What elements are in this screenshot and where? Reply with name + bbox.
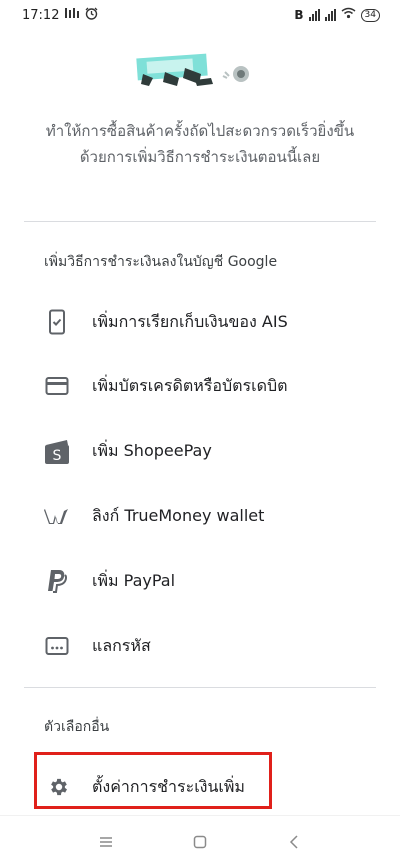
add-shopeepay-label: เพิ่ม ShopeePay: [92, 440, 212, 460]
svg-text:S: S: [53, 448, 62, 464]
add-ais-billing-label: เพิ่มการเรียกเก็บเงินของ AIS: [92, 311, 288, 331]
shopeepay-icon: S: [42, 436, 72, 466]
back-icon[interactable]: [284, 832, 304, 852]
home-icon[interactable]: [190, 832, 210, 852]
add-card-item[interactable]: เพิ่มบัตรเครดิตหรือบัตรเดบิต: [0, 358, 400, 414]
wifi-icon: [341, 7, 356, 23]
add-paypal-item[interactable]: เพิ่ม PayPal: [0, 553, 400, 609]
add-shopeepay-item[interactable]: S เพิ่ม ShopeePay: [0, 423, 400, 479]
divider-bottom: [24, 687, 376, 688]
signal-bars-icon: [65, 7, 80, 23]
phone-billing-icon: [42, 307, 72, 337]
promo-line-1: ทำให้การซื้อสินค้าครั้งถัดไปสะดวกรวดเร็ว…: [45, 122, 355, 140]
alarm-icon: [85, 7, 98, 24]
bluetooth-icon: B: [294, 8, 304, 22]
promo-text: ทำให้การซื้อสินค้าครั้งถัดไปสะดวกรวดเร็ว…: [20, 118, 380, 170]
payment-illustration: [135, 48, 265, 93]
add-payment-section-title: เพิ่มวิธีการชำระเงินลงในบัญชี Google: [44, 254, 278, 270]
paypal-icon: [42, 566, 72, 596]
status-time: 17:12: [22, 7, 60, 23]
add-card-label: เพิ่มบัตรเครดิตหรือบัตรเดบิต: [92, 375, 288, 395]
menu-icon[interactable]: [96, 832, 116, 852]
add-ais-billing-item[interactable]: เพิ่มการเรียกเก็บเงินของ AIS: [0, 294, 400, 350]
cell-signal-icon: [308, 9, 320, 21]
divider-top: [24, 221, 376, 222]
battery-icon: 34: [360, 8, 380, 22]
redeem-code-icon: [42, 631, 72, 661]
link-truemoney-item[interactable]: ลิงก์ TrueMoney wallet: [0, 488, 400, 544]
redeem-code-label: แลกรหัส: [92, 635, 151, 655]
truemoney-icon: [42, 501, 72, 531]
redeem-code-item[interactable]: แลกรหัส: [0, 618, 400, 674]
credit-card-icon: [42, 371, 72, 401]
cell-signal-2-icon: [324, 9, 336, 21]
system-nav-bar: [0, 815, 400, 867]
status-bar: 17:12 B 34: [0, 0, 400, 30]
other-options-section-title: ตัวเลือกอื่น: [44, 719, 110, 735]
promo-line-2: ด้วยการเพิ่มวิธีการชำระเงินตอนนี้เลย: [79, 148, 321, 166]
add-paypal-label: เพิ่ม PayPal: [92, 570, 176, 590]
link-truemoney-label: ลิงก์ TrueMoney wallet: [92, 505, 265, 525]
highlight-box: [34, 752, 272, 809]
